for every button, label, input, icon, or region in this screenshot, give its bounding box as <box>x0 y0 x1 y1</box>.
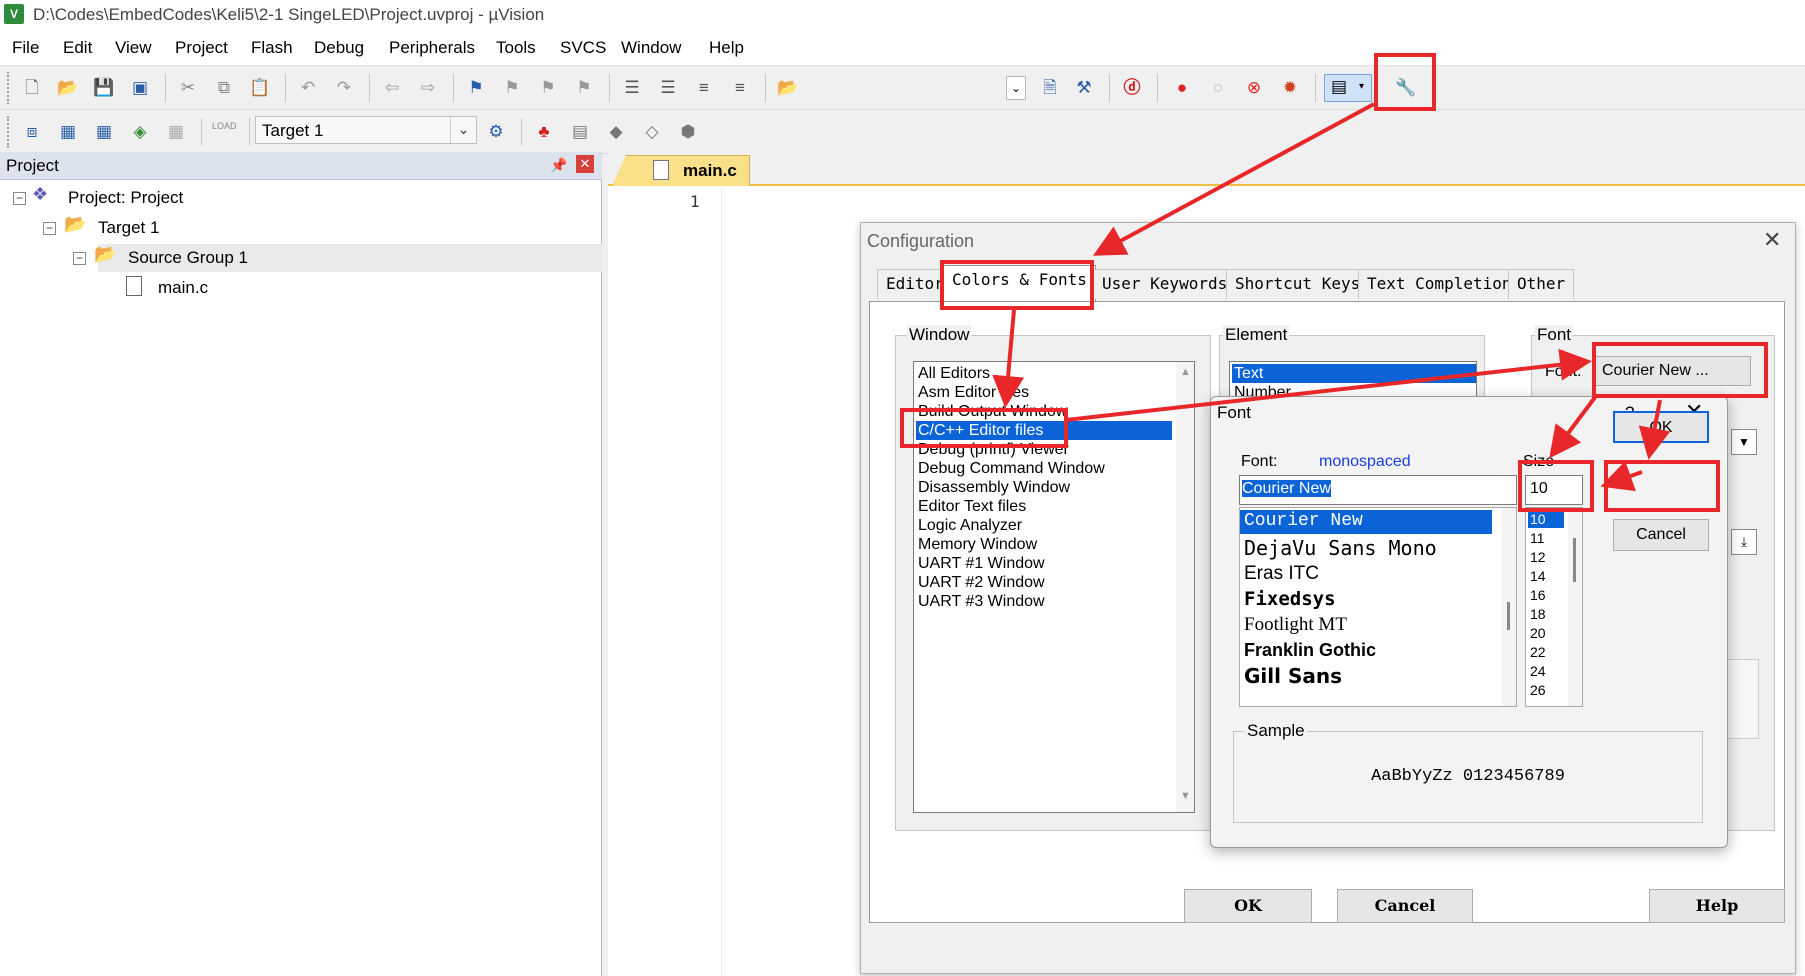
annotation-arrows <box>992 102 1671 492</box>
